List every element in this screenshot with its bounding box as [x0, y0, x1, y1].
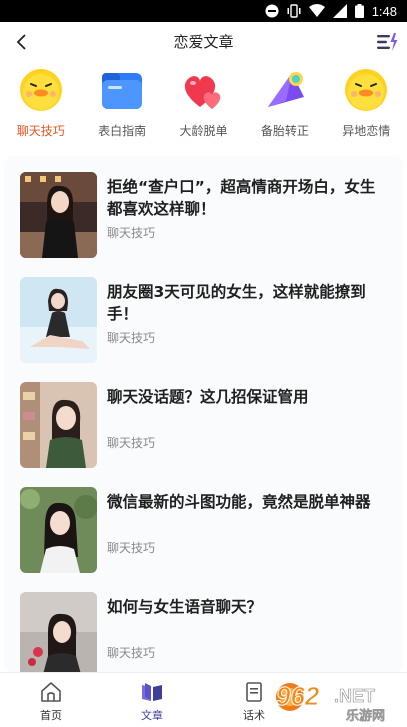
hearts-icon — [179, 66, 227, 114]
megaphone-icon — [261, 66, 309, 114]
article-item[interactable]: 如何与女生语音聊天？ 聊天技巧 — [20, 592, 390, 672]
signal-icon — [332, 4, 347, 18]
article-category-tag: 聊天技巧 — [107, 646, 156, 660]
nav-bar: 恋爱文章 — [0, 22, 407, 62]
svg-text:.NET: .NET — [334, 686, 375, 706]
category-label: 聊天技巧 — [16, 124, 65, 138]
category-label: 大龄脱单 — [179, 124, 228, 138]
svg-text:962: 962 — [276, 681, 320, 711]
category-older-singles[interactable]: 大龄脱单 — [163, 62, 244, 146]
category-chat-skills[interactable]: 聊天技巧 — [0, 62, 81, 146]
wifi-icon — [308, 4, 325, 17]
article-title: 拒绝“查户口”，超高情商开场白，女生都喜欢这样聊！ — [107, 178, 376, 218]
article-item[interactable]: 朋友圈3天可见的女生，这样就能撩到手！ 聊天技巧 — [20, 277, 390, 363]
vibrate-icon — [287, 4, 301, 18]
watermark-logo: 962 .NET 乐游网 — [270, 675, 405, 725]
article-list: 拒绝“查户口”，超高情商开场白，女生都喜欢这样聊！ 聊天技巧 朋友圈3天可见的女… — [4, 156, 403, 672]
article-thumbnail — [20, 382, 97, 468]
status-icons: 1:48 — [265, 3, 397, 19]
article-thumbnail — [20, 172, 97, 258]
article-category-tag: 聊天技巧 — [107, 226, 156, 240]
sort-lines-icon — [377, 33, 398, 51]
tab-home[interactable]: 首页 — [11, 673, 91, 726]
category-label: 备胎转正 — [260, 124, 309, 138]
category-confession-guide[interactable]: 表白指南 — [81, 62, 162, 146]
category-bar: 聊天技巧 表白指南 大龄脱单 备胎转正 异地恋情 — [0, 62, 407, 146]
article-item[interactable]: 拒绝“查户口”，超高情商开场白，女生都喜欢这样聊！ 聊天技巧 — [20, 172, 390, 258]
battery-icon — [354, 4, 364, 18]
category-label: 异地恋情 — [342, 124, 391, 138]
tab-articles[interactable]: 文章 — [112, 673, 192, 726]
document-icon — [246, 682, 262, 702]
article-category-tag: 聊天技巧 — [107, 436, 156, 450]
article-item[interactable]: 聊天没话题？这几招保证管用 聊天技巧 — [20, 382, 390, 468]
article-category-tag: 聊天技巧 — [107, 331, 156, 345]
article-title: 如何与女生语音聊天？ — [107, 598, 263, 616]
category-long-distance[interactable]: 异地恋情 — [326, 62, 407, 146]
duck-icon — [17, 66, 65, 114]
tab-label: 首页 — [40, 709, 62, 722]
article-category-tag: 聊天技巧 — [107, 541, 156, 555]
category-label: 表白指南 — [98, 124, 147, 138]
sort-menu-button[interactable] — [375, 30, 399, 54]
article-title: 朋友圈3天可见的女生，这样就能撩到手！ — [107, 283, 366, 323]
svg-text:乐游网: 乐游网 — [346, 708, 385, 723]
article-title: 微信最新的斗图功能，竟然是脱单神器 — [107, 493, 371, 511]
article-thumbnail — [20, 277, 97, 363]
book-icon — [142, 683, 162, 701]
status-bar: 1:48 — [0, 0, 407, 22]
page-title: 恋爱文章 — [173, 33, 234, 51]
article-title: 聊天没话题？这几招保证管用 — [107, 388, 309, 406]
category-backup-to-regular[interactable]: 备胎转正 — [244, 62, 325, 146]
article-thumbnail — [20, 487, 97, 573]
duck-icon — [342, 66, 390, 114]
article-item[interactable]: 微信最新的斗图功能，竟然是脱单神器 聊天技巧 — [20, 487, 390, 573]
article-thumbnail — [20, 592, 97, 672]
status-time: 1:48 — [371, 3, 397, 19]
tab-label: 文章 — [141, 709, 163, 722]
do-not-disturb-icon — [265, 4, 279, 18]
home-icon — [41, 682, 61, 702]
folder-icon — [98, 66, 146, 114]
tab-label: 话术 — [243, 709, 265, 722]
